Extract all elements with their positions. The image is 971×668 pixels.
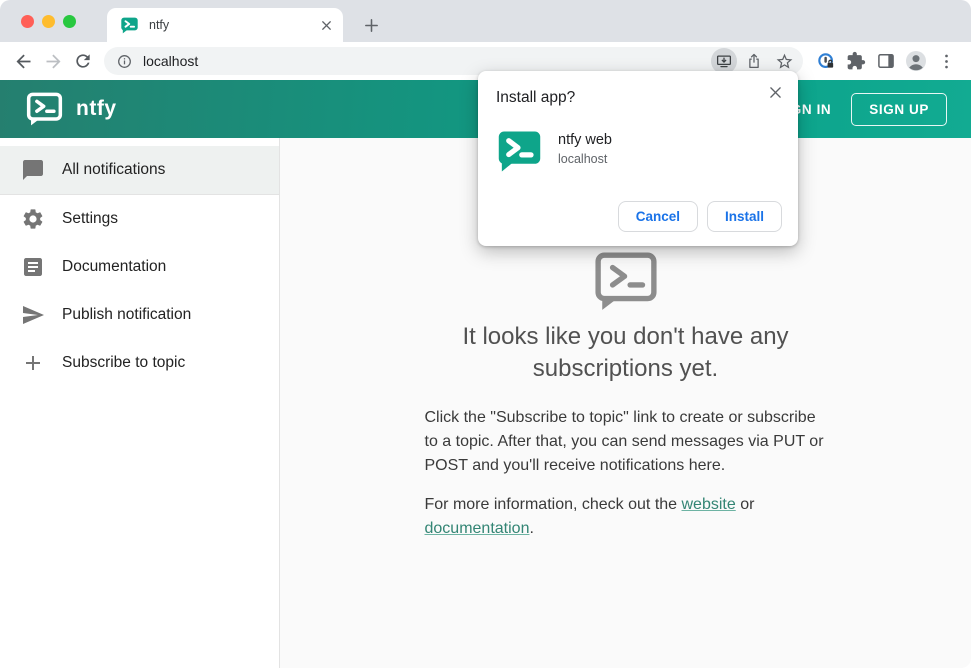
sidebar-nav: All notifications Settings Documentation <box>0 138 280 668</box>
minimize-window-button[interactable] <box>42 15 55 28</box>
extension-privacy-icon[interactable] <box>811 46 841 76</box>
tab-close-icon[interactable] <box>317 16 335 34</box>
plus-icon <box>21 351 45 375</box>
url-text[interactable]: localhost <box>143 53 707 69</box>
more-info-paragraph: For more information, check out the webs… <box>425 493 827 541</box>
extensions-puzzle-icon[interactable] <box>841 46 871 76</box>
sidebar-item-documentation[interactable]: Documentation <box>0 243 279 291</box>
traffic-lights <box>21 15 76 28</box>
documentation-link[interactable]: documentation <box>425 520 530 537</box>
cancel-button[interactable]: Cancel <box>617 201 698 232</box>
website-link[interactable]: website <box>682 496 736 513</box>
brand-title: ntfy <box>76 97 117 120</box>
gear-icon <box>21 207 45 231</box>
sidebar-item-subscribe-to-topic[interactable]: Subscribe to topic <box>0 339 279 387</box>
ntfy-empty-state-icon <box>425 251 827 311</box>
empty-state-heading: It looks like you don't have any subscri… <box>462 323 789 382</box>
dialog-app-row: ntfy web localhost <box>498 130 612 173</box>
sign-up-button[interactable]: SIGN UP <box>851 92 947 126</box>
menu-dots-icon[interactable] <box>931 46 961 76</box>
reload-icon[interactable] <box>68 46 98 76</box>
forward-icon[interactable] <box>38 46 68 76</box>
tab-title: ntfy <box>149 18 170 32</box>
browser-window: ntfy localhost ntfy SIGN IN SIGN UP All … <box>0 0 971 668</box>
sidebar-item-label: All notifications <box>62 161 166 178</box>
dialog-app-origin: localhost <box>558 152 608 166</box>
back-icon[interactable] <box>8 46 38 76</box>
sidebar-item-label: Publish notification <box>62 306 192 323</box>
article-icon <box>21 255 45 279</box>
ntfy-app-icon <box>498 130 541 173</box>
chat-icon <box>21 158 45 182</box>
sidebar-item-settings[interactable]: Settings <box>0 195 279 243</box>
browser-tab-ntfy[interactable]: ntfy <box>107 8 343 42</box>
sidebar-item-label: Settings <box>62 210 119 227</box>
sidebar-item-all-notifications[interactable]: All notifications <box>0 146 279 194</box>
page-info-icon[interactable] <box>116 53 133 70</box>
sidebar-item-publish-notification[interactable]: Publish notification <box>0 291 279 339</box>
more-info-text: For more information, check out the <box>424 496 682 513</box>
close-window-button[interactable] <box>21 15 34 28</box>
new-tab-button[interactable] <box>357 11 385 39</box>
install-button[interactable]: Install <box>706 201 782 232</box>
tab-strip: ntfy <box>0 0 971 42</box>
sidebar-item-label: Documentation <box>62 258 167 275</box>
more-info-text: or <box>735 496 755 513</box>
zoom-window-button[interactable] <box>63 15 76 28</box>
dialog-title: Install app? <box>496 89 576 106</box>
ntfy-logo-icon <box>26 92 63 126</box>
ntfy-favicon-icon <box>121 17 138 34</box>
sidebar-item-label: Subscribe to topic <box>62 354 186 371</box>
install-app-dialog: Install app? ntfy web localhost Cancel I… <box>478 71 798 246</box>
dialog-app-name: ntfy web <box>558 132 612 148</box>
side-panel-icon[interactable] <box>871 46 901 76</box>
more-info-text: . <box>529 520 534 537</box>
empty-state-paragraph: Click the "Subscribe to topic" link to c… <box>424 409 824 474</box>
send-icon <box>21 303 45 327</box>
profile-icon[interactable] <box>901 46 931 76</box>
dialog-close-icon[interactable] <box>764 81 786 103</box>
